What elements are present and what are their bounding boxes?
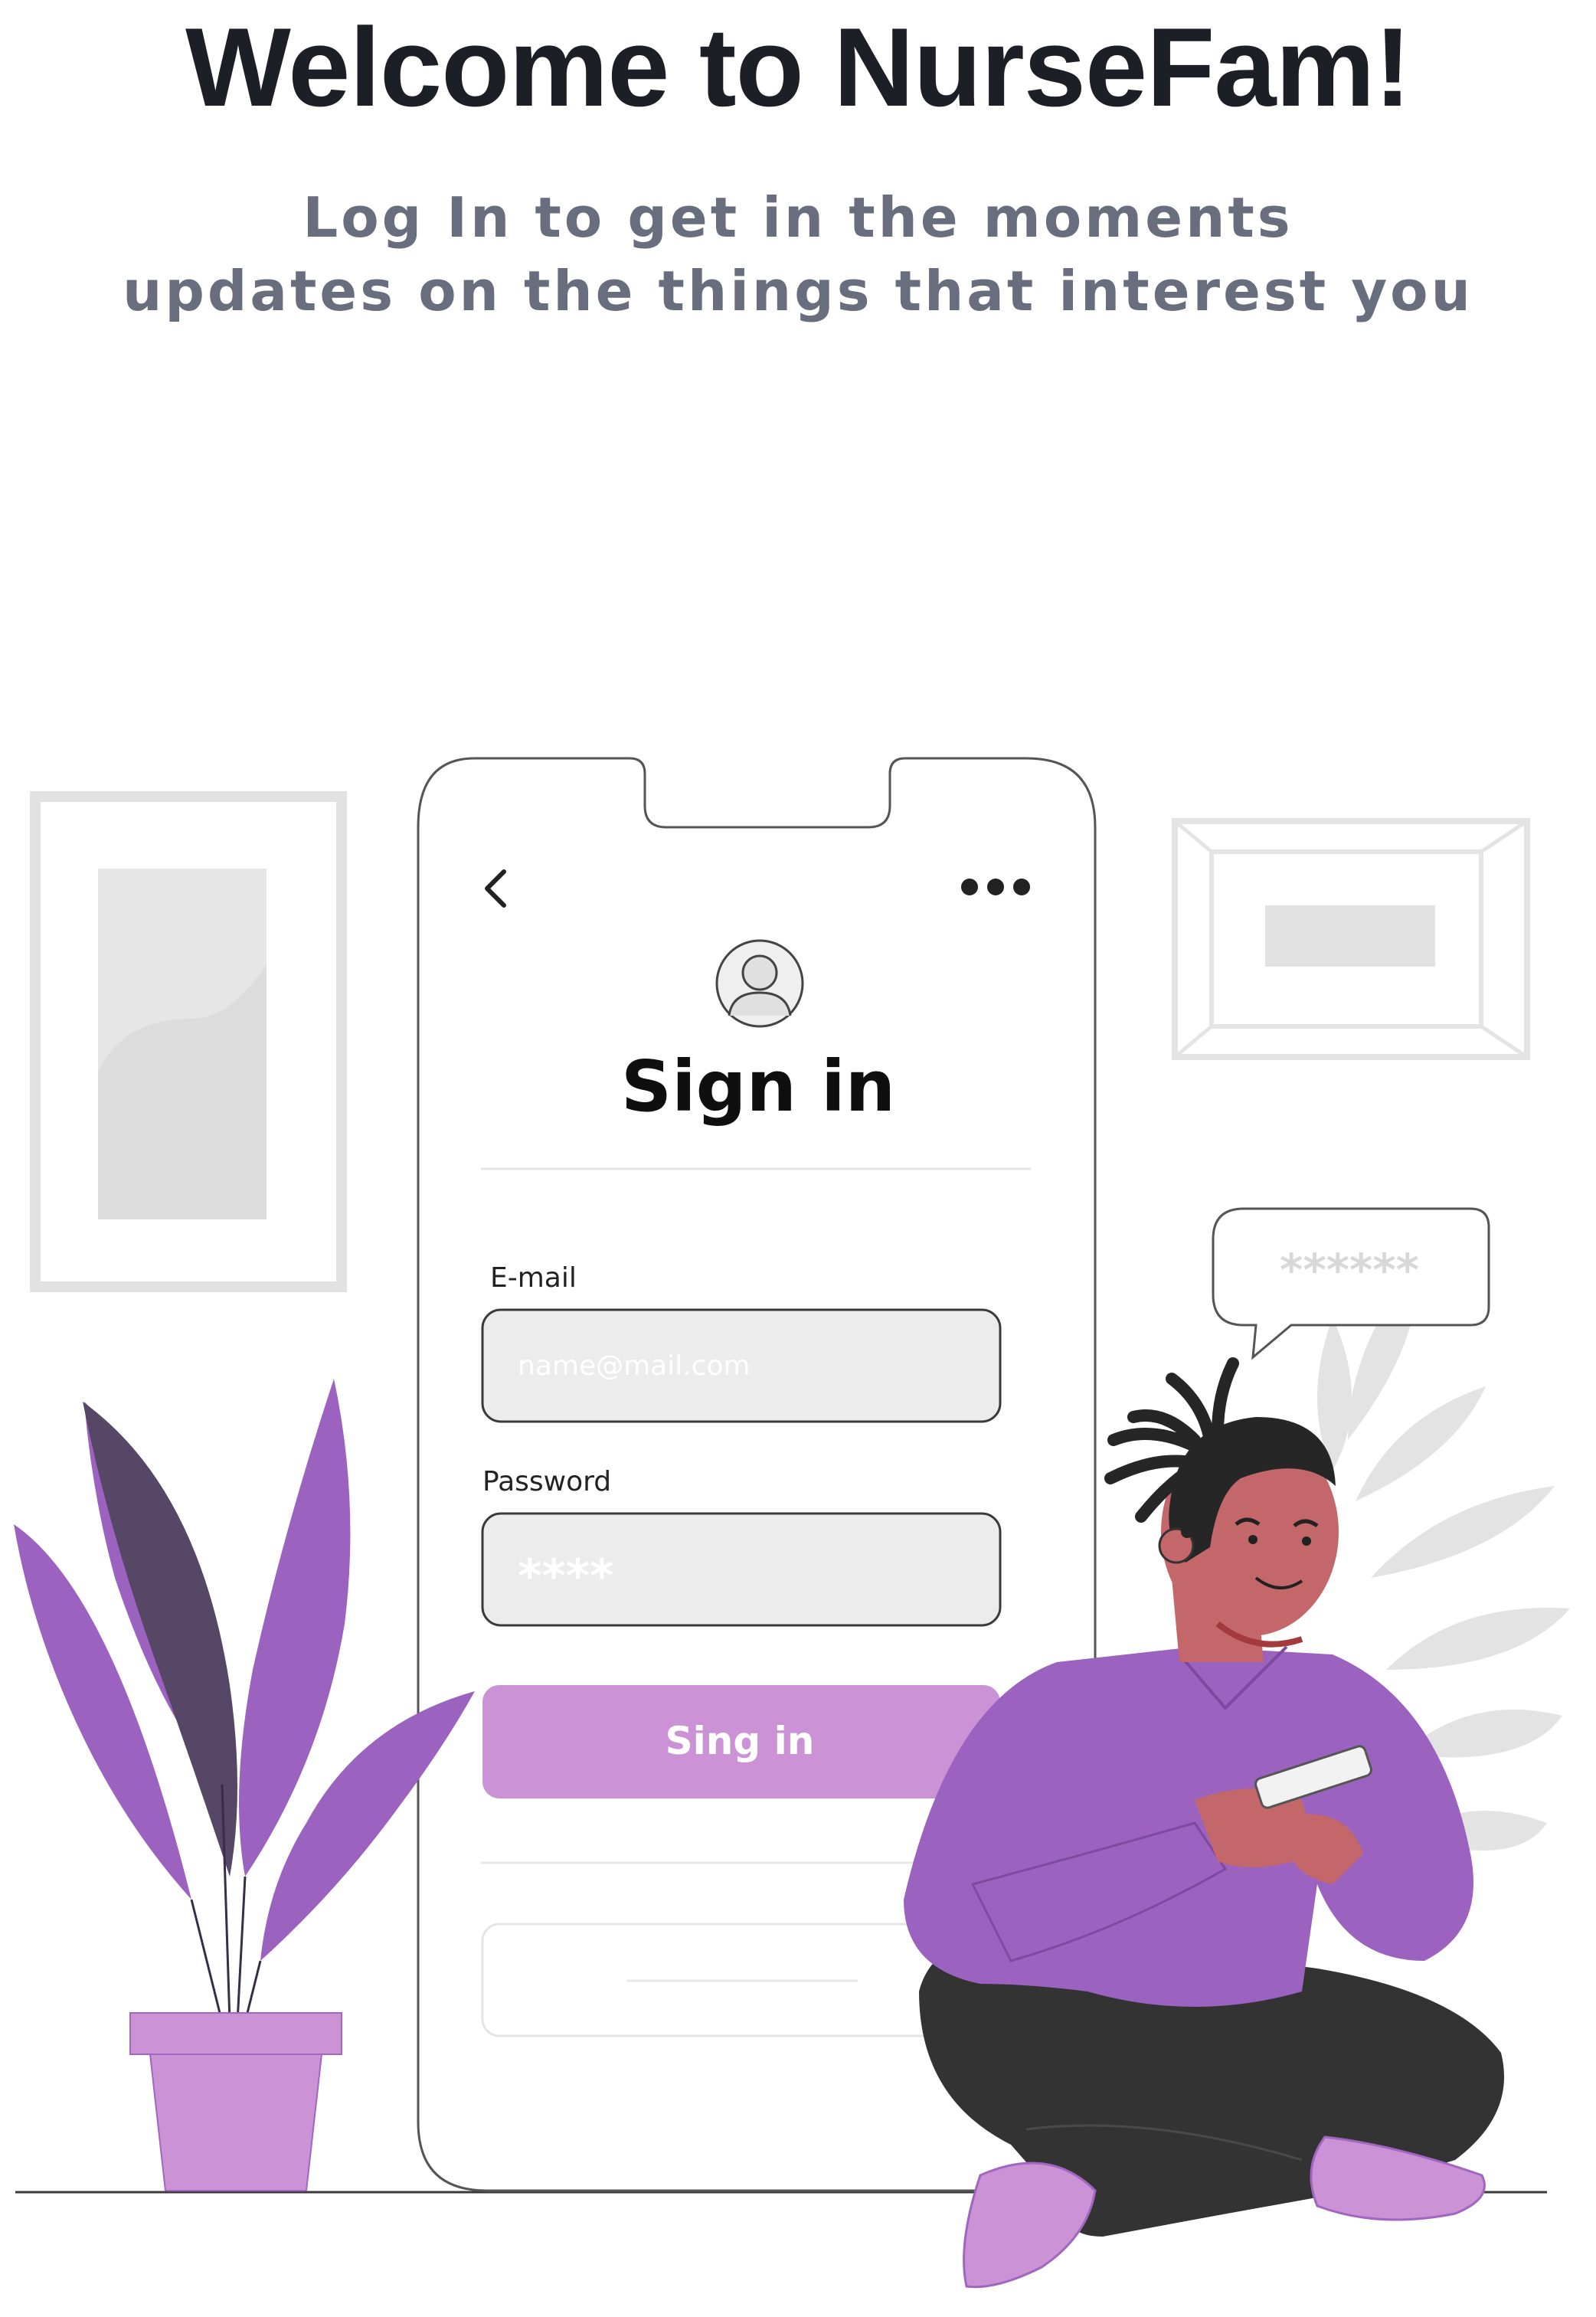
wall-frame-right — [1172, 818, 1530, 1060]
page-subtitle: Log In to get in the moments updates on … — [0, 181, 1596, 328]
subtitle-line-1: Log In to get in the moments — [303, 185, 1293, 250]
speech-bubble: ****** — [1212, 1207, 1490, 1360]
signin-button-label[interactable]: Sing in — [666, 1719, 815, 1763]
potted-plant-left — [14, 1379, 475, 2191]
signin-heading: Sign in — [621, 1046, 895, 1127]
password-value: **** — [518, 1550, 614, 1603]
wall-frame-left — [30, 791, 347, 1292]
speech-bubble-text: ****** — [1280, 1244, 1419, 1296]
page-title: Welcome to NurseFam! — [185, 5, 1411, 129]
sign-in-illustration: Sign in E-mail name@mail.com Password **… — [14, 757, 1570, 2289]
email-label: E-mail — [490, 1262, 577, 1294]
user-avatar-icon — [715, 939, 804, 1028]
email-placeholder: name@mail.com — [518, 1350, 751, 1382]
password-label: Password — [482, 1466, 611, 1497]
more-dots-icon[interactable] — [961, 879, 1030, 895]
subtitle-line-2: updates on the things that interest you — [123, 259, 1473, 323]
